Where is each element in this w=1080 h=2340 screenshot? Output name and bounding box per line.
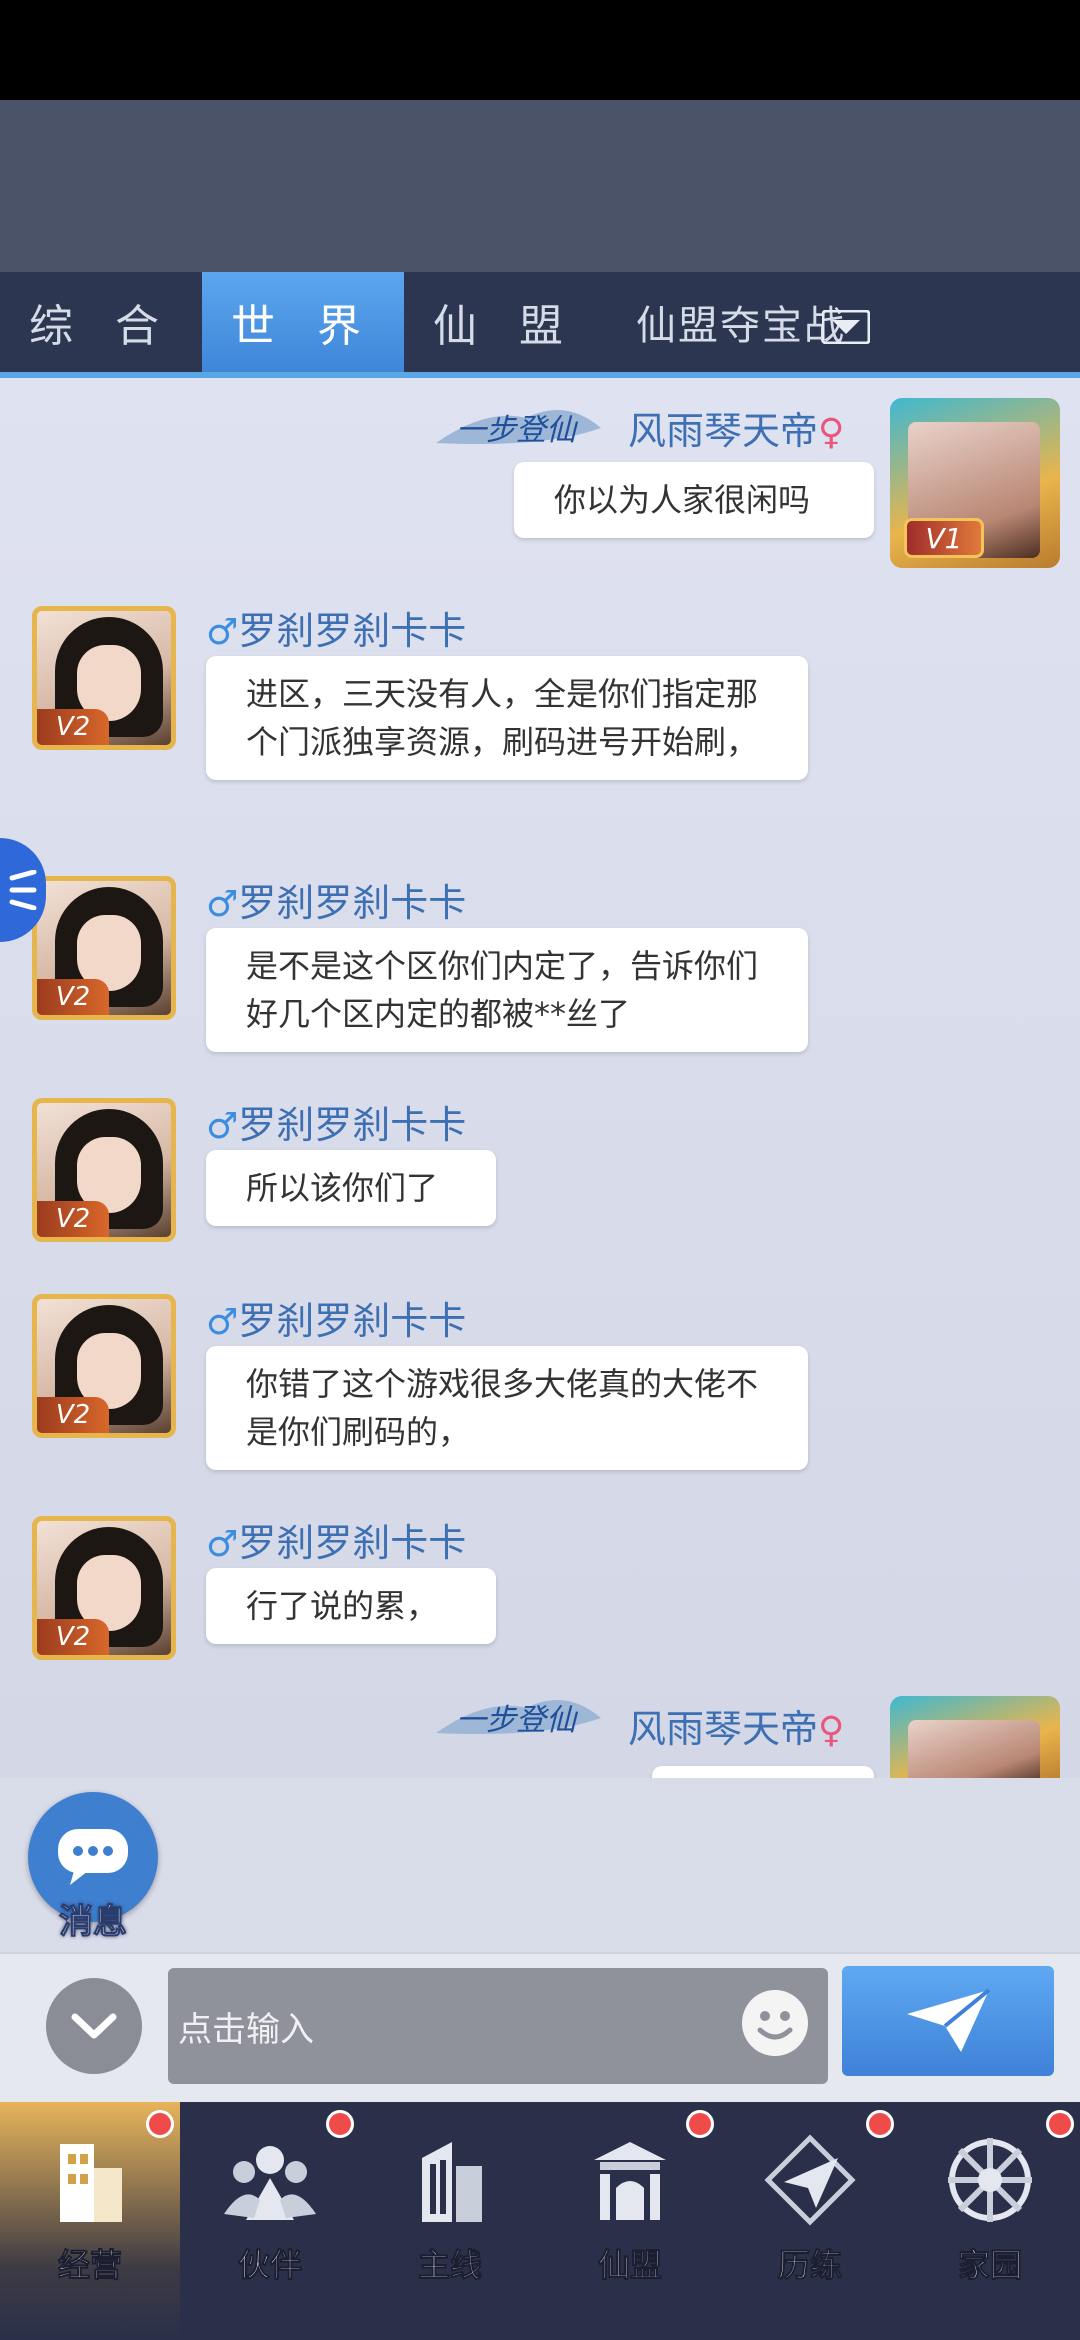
sender-name[interactable]: ♂罗刹罗刹卡卡	[206, 1512, 466, 1567]
sender-name[interactable]: 风雨琴天帝♀	[628, 400, 844, 455]
male-icon: ♂	[206, 612, 239, 653]
emoji-icon[interactable]	[742, 1990, 808, 2056]
avatar[interactable]	[890, 1696, 1060, 1778]
game-logo-icon: 一步登仙	[436, 1700, 601, 1738]
sender-name[interactable]: ♂罗刹罗刹卡卡	[206, 872, 466, 927]
female-icon: ♀	[818, 412, 845, 453]
notification-dot	[686, 2110, 714, 2138]
notification-dot	[866, 2110, 894, 2138]
notification-dot	[1046, 2110, 1074, 2138]
tab-alliance[interactable]: 仙 盟	[404, 272, 606, 372]
bottom-navigation: 经营 伙伴 主线 仙盟 历练 家园	[0, 2102, 1080, 2340]
nav-label: 历练	[777, 2246, 842, 2285]
vip-badge: V2	[37, 1619, 109, 1655]
partners-icon	[224, 2146, 316, 2220]
nav-label: 仙盟	[597, 2246, 662, 2285]
top-banner-area	[0, 100, 1080, 272]
chat-input-bar: 点击输入	[0, 1952, 1080, 2102]
message-bubble: 所以该你们了	[206, 1150, 496, 1226]
send-button[interactable]	[842, 1966, 1054, 2076]
message-bubble: 进区，三天没有人，全是你们指定那个门派独享资源，刷码进号开始刷，	[206, 656, 808, 780]
chat-message-list[interactable]: 一步登仙 风雨琴天帝♀ 你以为人家很闲吗 V1 V2 ♂罗刹罗刹卡卡 进区，三天…	[0, 378, 1080, 1778]
messages-button[interactable]: 消息	[28, 1792, 158, 1943]
nav-label: 家园	[957, 2246, 1022, 2285]
building-icon	[60, 2144, 122, 2222]
sender-name[interactable]: ♂罗刹罗刹卡卡	[206, 600, 466, 655]
message-bubble: 你错了这个游戏很多大佬真的大佬不是你们刷码的，	[206, 1346, 808, 1470]
tab-world[interactable]: 世 界	[202, 272, 404, 372]
tower-icon	[422, 2142, 482, 2222]
avatar[interactable]: V2	[32, 1098, 176, 1242]
avatar[interactable]: V2	[32, 1516, 176, 1660]
male-icon: ♂	[206, 884, 239, 925]
sender-name[interactable]: ♂罗刹罗刹卡卡	[206, 1290, 466, 1345]
avatar[interactable]: V2	[32, 606, 176, 750]
vip-badge: V1	[904, 518, 984, 558]
sender-name[interactable]: 风雨琴天帝♀	[628, 1698, 844, 1753]
message-bubble	[652, 1766, 874, 1778]
tab-dropdown-icon[interactable]	[822, 310, 870, 344]
send-plane-icon	[907, 1988, 991, 2052]
palace-icon	[594, 2142, 666, 2220]
svg-text:一步登仙: 一步登仙	[456, 413, 579, 448]
collapse-button[interactable]	[46, 1978, 142, 2074]
notification-dot	[326, 2110, 354, 2138]
nav-label: 伙伴	[237, 2246, 302, 2285]
nav-label: 主线	[417, 2246, 482, 2285]
paper-plane-icon	[764, 2134, 856, 2226]
chevron-down-icon	[71, 2013, 117, 2039]
avatar[interactable]: V2	[32, 876, 176, 1020]
chat-channel-tabs: 综 合 世 界 仙 盟 仙盟夺宝战	[0, 272, 1080, 378]
nav-label: 经营	[57, 2246, 122, 2285]
message-bubble: 是不是这个区你们内定了，告诉你们好几个区内定的都被**丝了	[206, 928, 808, 1052]
nav-main-quest[interactable]: 主线	[360, 2102, 540, 2340]
game-logo-icon: 一步登仙	[436, 410, 601, 448]
nav-training[interactable]: 历练	[720, 2102, 900, 2340]
male-icon: ♂	[206, 1302, 239, 1343]
nav-partners[interactable]: 伙伴	[180, 2102, 360, 2340]
messages-label: 消息	[59, 1902, 128, 1943]
message-bubble: 你以为人家很闲吗	[514, 462, 874, 538]
svg-text:一步登仙: 一步登仙	[456, 1703, 579, 1738]
vip-badge: V2	[37, 709, 109, 745]
nav-homeland[interactable]: 家园	[900, 2102, 1080, 2340]
male-icon: ♂	[206, 1106, 239, 1147]
avatar[interactable]: V2	[32, 1294, 176, 1438]
tab-general[interactable]: 综 合	[0, 272, 202, 372]
homeland-emblem-icon	[948, 2138, 1032, 2222]
vip-badge: V2	[37, 979, 109, 1015]
tab-alliance-treasure-war[interactable]: 仙盟夺宝战	[606, 272, 846, 372]
notification-dot	[146, 2110, 174, 2138]
nav-alliance[interactable]: 仙盟	[540, 2102, 720, 2340]
message-bubble: 行了说的累，	[206, 1568, 496, 1644]
status-bar	[0, 0, 1080, 100]
avatar[interactable]: V1	[890, 398, 1060, 568]
broadcast-icon	[9, 870, 37, 910]
nav-business[interactable]: 经营	[0, 2102, 180, 2340]
chat-input-placeholder: 点击输入	[178, 2010, 314, 2050]
sender-name[interactable]: ♂罗刹罗刹卡卡	[206, 1094, 466, 1149]
chat-bubble-icon	[58, 1829, 128, 1885]
vip-badge: V2	[37, 1201, 109, 1237]
male-icon: ♂	[206, 1524, 239, 1565]
vip-badge: V2	[37, 1397, 109, 1433]
chat-input[interactable]: 点击输入	[168, 1968, 828, 2084]
female-icon: ♀	[818, 1710, 845, 1751]
